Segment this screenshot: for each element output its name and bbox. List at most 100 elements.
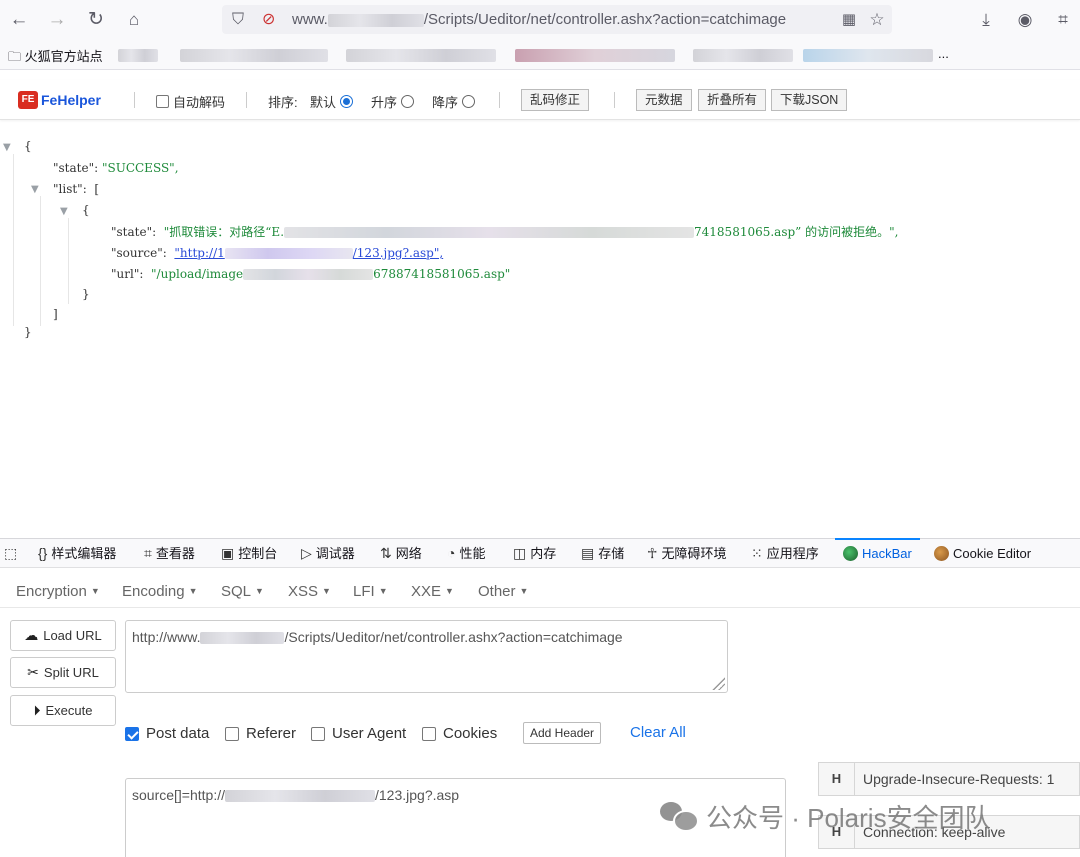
checkbox-box[interactable] <box>156 95 169 108</box>
redacted-bookmark[interactable] <box>803 49 933 62</box>
checkbox[interactable] <box>225 726 239 741</box>
element-picker-icon[interactable]: ⬚ <box>4 539 17 568</box>
redacted-bookmark[interactable] <box>180 49 328 62</box>
user-agent-checkbox[interactable]: User Agent <box>311 725 406 742</box>
auto-decode-checkbox[interactable]: 自动解码 <box>156 92 225 111</box>
tab-inspector[interactable]: ⌗ 查看器 <box>144 539 195 568</box>
debugger-icon: ▷ <box>301 545 312 561</box>
insecure-lock-icon[interactable]: ⊘ <box>262 7 275 32</box>
json-row-item-source: "source": "http://1/123.jpg?.asp", <box>111 243 443 263</box>
account-icon[interactable]: ◉ <box>1012 7 1038 33</box>
tab-debugger[interactable]: ▷ 调试器 <box>301 539 355 568</box>
redacted-bookmark[interactable] <box>346 49 496 62</box>
collapse-toggle-icon[interactable]: ▼ <box>3 142 11 153</box>
menu-lfi[interactable]: LFI ▼ <box>353 568 388 608</box>
cookies-checkbox[interactable]: Cookies <box>422 725 497 742</box>
tab-accessibility[interactable]: ☥ 无障碍环境 <box>647 539 726 568</box>
header-toggle[interactable]: H <box>819 763 855 795</box>
tab-application[interactable]: ⁙ 应用程序 <box>751 539 819 568</box>
tab-style-editor[interactable]: {} 样式编辑器 <box>38 539 116 568</box>
menu-sql[interactable]: SQL ▼ <box>221 568 264 608</box>
collapse-toggle-icon[interactable]: ▼ <box>31 184 39 195</box>
tab-network[interactable]: ⇅ 网络 <box>380 539 422 568</box>
caret-down-icon: ▼ <box>378 586 388 596</box>
menu-xxe[interactable]: XXE ▼ <box>411 568 454 608</box>
scissors-icon: ✂ <box>27 664 39 680</box>
menu-encoding[interactable]: Encoding ▼ <box>122 568 197 608</box>
tab-memory[interactable]: ◫ 内存 <box>513 539 556 568</box>
radio[interactable] <box>462 95 476 108</box>
sort-desc-label: 降序 <box>432 95 459 110</box>
post-data-checkbox[interactable]: Post data <box>125 725 209 742</box>
sort-asc-radio[interactable]: 升序 <box>371 92 415 111</box>
auto-decode-label: 自动解码 <box>173 95 226 110</box>
checkbox[interactable] <box>311 726 325 741</box>
redacted-path <box>243 269 374 280</box>
tab-label: 内存 <box>530 546 557 561</box>
header-value[interactable]: Upgrade-Insecure-Requests: 1 <box>855 771 1054 787</box>
fix-garbled-button[interactable]: 乱码修正 <box>521 89 590 111</box>
metadata-button[interactable]: 元数据 <box>636 89 692 111</box>
clear-all-link[interactable]: Clear All <box>630 724 686 741</box>
home-icon[interactable]: ⌂ <box>121 7 147 33</box>
menu-other[interactable]: Other ▼ <box>478 568 528 608</box>
collapse-toggle-icon[interactable]: ▼ <box>60 206 68 217</box>
tab-performance[interactable]: ◔ 性能 <box>447 539 485 568</box>
menu-label: LFI <box>353 583 375 600</box>
shield-icon[interactable]: ⛉ <box>232 7 244 32</box>
collapse-all-button[interactable]: 折叠所有 <box>698 89 767 111</box>
radio[interactable] <box>401 95 415 108</box>
execute-button[interactable]: ⏵ Execute <box>10 695 116 726</box>
menu-label: XXE <box>411 583 442 600</box>
load-url-button[interactable]: ☁ Load URL <box>10 620 116 651</box>
menu-encryption[interactable]: Encryption ▼ <box>16 568 100 608</box>
downloads-icon[interactable]: ⤓ <box>973 7 999 33</box>
bookmark-overflow[interactable]: ... <box>938 46 949 61</box>
resize-handle-icon[interactable] <box>711 676 725 690</box>
reload-icon[interactable]: ↻ <box>83 7 109 33</box>
tab-cookie-editor[interactable]: Cookie Editor <box>934 539 1031 568</box>
memory-icon: ◫ <box>513 545 527 561</box>
tab-storage[interactable]: ▤ 存储 <box>581 539 624 568</box>
checkbox[interactable] <box>422 726 436 741</box>
redacted-bookmark[interactable] <box>118 49 158 62</box>
forward-icon[interactable]: → <box>44 7 70 33</box>
bookmark-label: 火狐官方站点 <box>24 49 103 64</box>
menu-xss[interactable]: XSS ▼ <box>288 568 331 608</box>
radio-selected[interactable] <box>340 95 354 108</box>
address-bar[interactable]: ⛉ ⊘ www. /Scripts/Ueditor/net/controller.… <box>222 5 892 34</box>
redacted-host <box>225 790 375 803</box>
sort-default-radio[interactable]: 默认 <box>310 92 354 111</box>
json-key: "list": <box>53 182 87 196</box>
redacted-bookmark[interactable] <box>515 49 675 62</box>
url-text[interactable]: www. /Scripts/Ueditor/net/controller.ashx… <box>292 5 786 34</box>
referer-checkbox[interactable]: Referer <box>225 725 296 742</box>
post-suffix: /123.jpg?.asp <box>375 787 460 803</box>
bookmark-firefox-site[interactable]: 🗀 火狐官方站点 <box>8 46 103 70</box>
checkbox-checked[interactable] <box>125 726 139 741</box>
bookmark-star-icon[interactable]: ☆ <box>864 7 890 33</box>
redacted-bookmark[interactable] <box>693 49 793 62</box>
download-json-button[interactable]: 下载JSON <box>771 89 848 111</box>
network-icon: ⇅ <box>380 545 392 561</box>
tab-console[interactable]: ▣ 控制台 <box>221 539 277 568</box>
button-label: Split URL <box>43 665 99 680</box>
option-label: Post data <box>146 725 210 742</box>
header-row[interactable]: H Upgrade-Insecure-Requests: 1 <box>818 762 1080 796</box>
split-url-button[interactable]: ✂ Split URL <box>10 657 116 688</box>
caret-down-icon: ▼ <box>255 586 264 596</box>
url-textarea[interactable]: http://www. /Scripts/Ueditor/net/controll… <box>125 620 728 693</box>
tab-hackbar[interactable]: HackBar <box>835 538 920 568</box>
json-string: "SUCCESS", <box>101 161 179 175</box>
divider <box>134 92 135 108</box>
qr-code-icon[interactable]: ▦ <box>836 7 862 33</box>
option-label: User Agent <box>332 725 407 742</box>
source-link[interactable]: "http://1/123.jpg?.asp", <box>174 246 443 260</box>
sort-desc-radio[interactable]: 降序 <box>432 92 476 111</box>
extension-icon[interactable]: ⌗ <box>1050 7 1076 33</box>
divider <box>614 92 615 108</box>
back-icon[interactable]: ← <box>6 7 32 33</box>
menu-label: Encryption <box>16 583 87 600</box>
storage-icon: ▤ <box>581 545 595 561</box>
add-header-button[interactable]: Add Header <box>523 722 602 744</box>
